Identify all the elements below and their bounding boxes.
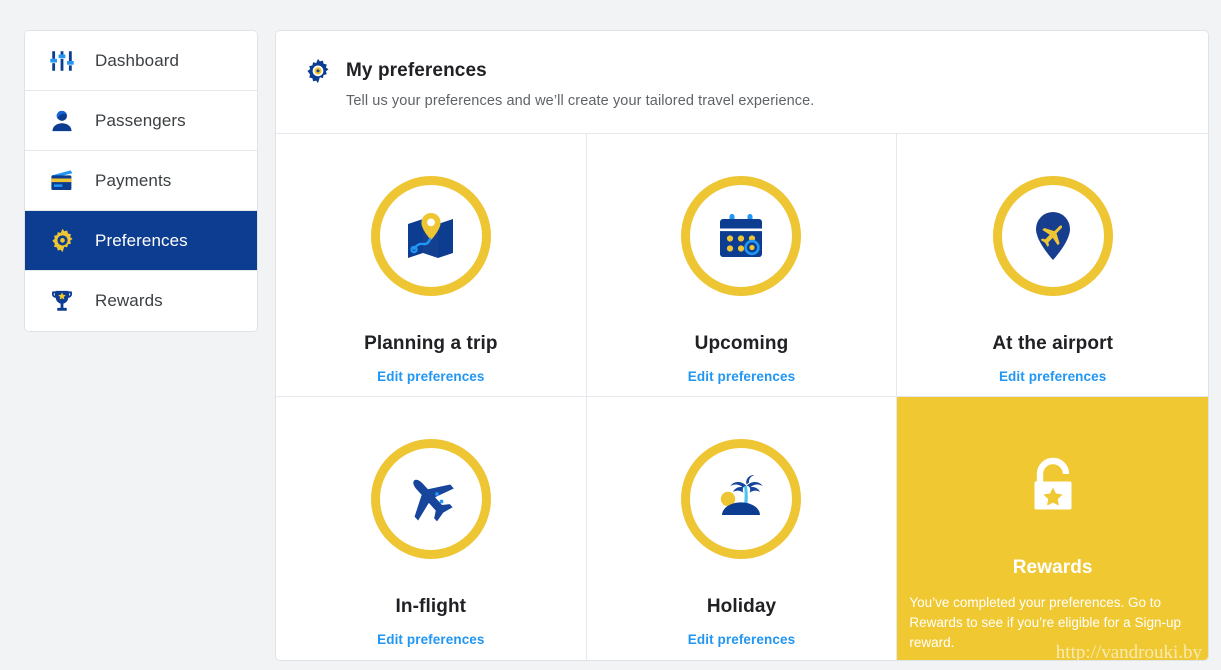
credit-card-icon [45,164,79,198]
edit-preferences-link[interactable]: Edit preferences [377,369,484,384]
edit-preferences-link[interactable]: Edit preferences [377,632,484,647]
preference-card-holiday[interactable]: Holiday Edit preferences [586,397,898,660]
sidebar-item-preferences[interactable]: Preferences [25,211,257,271]
sidebar-item-label: Payments [95,170,172,190]
preferences-panel: My preferences Tell us your preferences … [275,30,1209,661]
preference-card-in-flight[interactable]: In-flight Edit preferences [276,397,587,660]
preference-card-at-the-airport[interactable]: At the airport Edit preferences [897,134,1208,397]
sidebar-item-label: Passengers [95,110,186,130]
sidebar-item-dashboard[interactable]: Dashboard [25,31,257,91]
card-title: Upcoming [694,333,789,354]
app-root: Dashboard Passengers Payments Preference… [0,0,1221,661]
preference-card-planning-a-trip[interactable]: Planning a trip Edit preferences [276,134,587,397]
sidebar-item-label: Rewards [95,291,163,310]
airplane-icon [400,468,462,530]
page-title: My preferences [346,60,487,81]
preferences-grid: Planning a trip Edit preferences Upcomin… [276,134,1208,660]
gear-icon [304,57,332,85]
palm-island-icon [710,468,772,530]
sidebar-item-label: Dashboard [95,50,180,70]
sidebar-item-label: Preferences [95,230,188,250]
icon-circle [992,176,1113,296]
sidebar-item-rewards[interactable]: Rewards [25,271,257,331]
sidebar: Dashboard Passengers Payments Preference… [24,30,258,332]
trophy-icon [45,284,79,318]
card-description: You’ve completed your preferences. Go to… [909,595,1181,650]
calendar-icon [711,206,771,266]
padlock-star-icon [1025,457,1081,515]
sidebar-item-passengers[interactable]: Passengers [25,91,257,151]
preference-card-upcoming[interactable]: Upcoming Edit preferences [586,134,898,397]
map-pin-icon [400,205,462,267]
pin-plane-icon [1024,207,1082,265]
panel-header: My preferences Tell us your preferences … [276,31,1208,134]
edit-preferences-link[interactable]: Edit preferences [999,369,1106,384]
icon-circle [681,176,802,296]
sidebar-item-payments[interactable]: Payments [25,151,257,211]
edit-preferences-link[interactable]: Edit preferences [688,632,795,647]
card-title: In-flight [395,596,467,617]
card-title: Holiday [706,596,777,617]
icon-circle [370,176,491,296]
panel-subtitle: Tell us your preferences and we’ll creat… [346,93,815,109]
icon-circle [681,439,802,559]
sliders-icon [45,44,79,78]
preference-card-rewards[interactable]: Rewards You’ve completed your preference… [897,397,1208,660]
card-title: At the airport [992,333,1113,354]
card-title: Rewards [1012,557,1093,578]
icon-circle [370,439,491,559]
gear-icon [45,224,79,258]
panel-title-row: My preferences [304,57,1178,85]
person-icon [45,104,79,138]
edit-preferences-link[interactable]: Edit preferences [688,369,795,384]
card-title: Planning a trip [364,333,498,354]
